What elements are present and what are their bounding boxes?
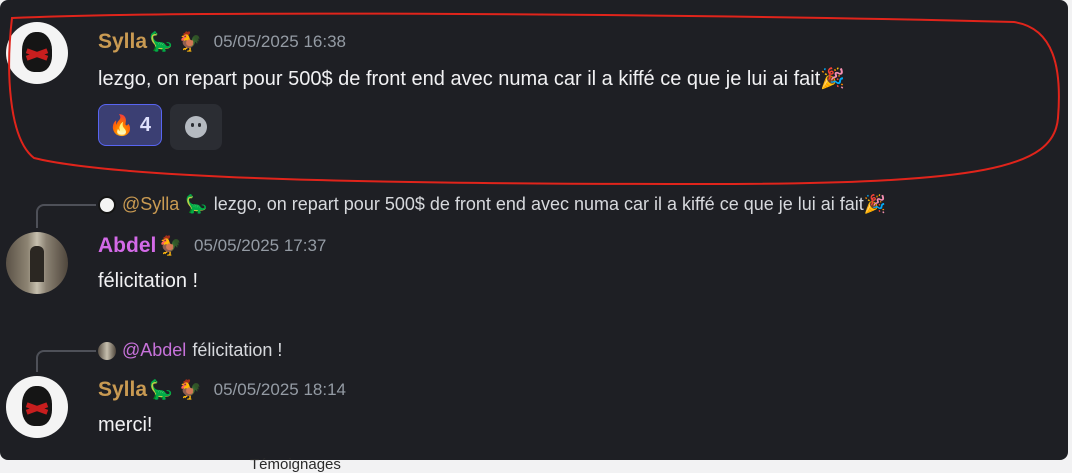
reply-preview[interactable]: @Abdel félicitation ! xyxy=(98,340,282,361)
highlight-annotation xyxy=(8,12,1060,186)
mini-avatar xyxy=(98,195,116,214)
reply-mention[interactable]: @Abdel xyxy=(122,340,186,361)
timestamp: 05/05/2025 18:14 xyxy=(213,380,346,399)
chat-panel: Sylla 🦕 🐓 05/05/2025 16:38 lezgo, on rep… xyxy=(0,0,1068,460)
avatar[interactable] xyxy=(6,376,68,438)
reply-preview[interactable]: @Sylla 🦕 lezgo, on repart pour 500$ de fr… xyxy=(98,194,886,215)
below-page-text: Témoignages xyxy=(250,456,341,473)
badge-emojis: 🐓 xyxy=(158,236,183,257)
message-text: félicitation ! xyxy=(98,270,199,292)
username[interactable]: Sylla xyxy=(98,378,147,402)
message-header: Abdel 🐓 05/05/2025 17:37 xyxy=(98,234,326,258)
reply-mention[interactable]: @Sylla xyxy=(122,194,179,215)
reply-text: félicitation ! xyxy=(192,340,283,360)
mention-badge-emoji: 🦕 xyxy=(185,194,208,214)
reply-connector xyxy=(36,350,96,372)
timestamp: 05/05/2025 17:37 xyxy=(194,236,327,255)
badge-emojis: 🦕 🐓 xyxy=(149,380,202,401)
avatar[interactable] xyxy=(6,232,68,294)
reply-connector xyxy=(36,204,96,228)
message-text: merci! xyxy=(98,414,153,436)
message-header: Sylla 🦕 🐓 05/05/2025 18:14 xyxy=(98,378,346,402)
mini-avatar xyxy=(98,341,116,360)
reply-text: lezgo, on repart pour 500$ de front end … xyxy=(213,194,887,214)
username[interactable]: Abdel xyxy=(98,234,156,258)
